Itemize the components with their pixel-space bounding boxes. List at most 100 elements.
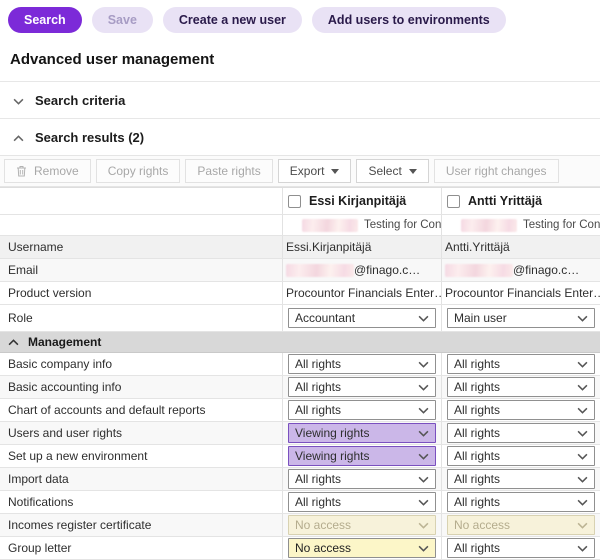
management-group-header[interactable]: Management <box>0 332 600 353</box>
chevron-up-icon <box>13 130 24 145</box>
export-button[interactable]: Export <box>277 159 352 183</box>
redacted-block <box>286 263 354 277</box>
rights-select[interactable]: All rights <box>447 469 595 489</box>
rights-select[interactable]: All rights <box>447 423 595 443</box>
rights-select[interactable]: No access <box>288 538 436 558</box>
search-results-label: Search results (2) <box>35 129 145 145</box>
selected-option: Viewing rights <box>295 449 370 463</box>
environment-cell: Testing for Conte… <box>282 215 441 235</box>
email-cell: @finago.c… <box>441 259 600 281</box>
value-cell: All rights <box>441 445 600 467</box>
button-label: User right changes <box>445 164 547 178</box>
table-row: Basic accounting info All rights All right… <box>0 376 600 399</box>
page-title: Advanced user management <box>10 51 215 68</box>
table-row: Import data All rights All rights <box>0 468 600 491</box>
chevron-up-icon <box>13 134 24 141</box>
rights-select[interactable]: Viewing rights <box>288 446 436 466</box>
add-users-to-environments-button[interactable]: Add users to environments <box>311 7 506 33</box>
search-results-section-header[interactable]: Search results (2) <box>0 118 600 155</box>
selected-option: All rights <box>454 403 501 417</box>
selected-option: Main user <box>454 311 507 325</box>
table-row: Username Essi.Kirjanpitäjä Antti.Yrittäjä <box>0 236 600 259</box>
button-label: Paste rights <box>197 164 261 178</box>
rights-select[interactable]: All rights <box>288 377 436 397</box>
row-label: Basic accounting info <box>8 380 122 394</box>
rights-select[interactable]: All rights <box>447 446 595 466</box>
role-select[interactable]: Accountant <box>288 308 436 328</box>
user-column-header: Essi Kirjanpitäjä <box>282 188 441 214</box>
search-criteria-section-header[interactable]: Search criteria <box>0 81 600 118</box>
row-label: Set up a new environment <box>8 449 148 463</box>
row-label: Product version <box>8 286 92 300</box>
selected-option: Accountant <box>295 311 356 325</box>
rights-select[interactable]: Viewing rights <box>288 423 436 443</box>
environment-row: Testing for Conte… Testing for Conte… <box>0 215 600 236</box>
value-cell: Main user <box>441 305 600 331</box>
role-select[interactable]: Main user <box>447 308 595 328</box>
selected-option: All rights <box>454 495 501 509</box>
rights-select[interactable]: All rights <box>447 538 595 558</box>
rights-select[interactable]: No access <box>288 515 436 535</box>
button-label: Export <box>289 164 325 178</box>
value-text: Antti.Yrittäjä <box>445 240 510 254</box>
selected-option: All rights <box>295 495 342 509</box>
paste-rights-button[interactable]: Paste rights <box>185 159 273 183</box>
rights-select[interactable]: All rights <box>288 400 436 420</box>
table-row: Group letter No access All rights <box>0 537 600 560</box>
chevron-down-icon <box>577 476 588 483</box>
copy-rights-button[interactable]: Copy rights <box>95 159 181 183</box>
chevron-down-icon <box>418 430 429 437</box>
selected-option: All rights <box>454 426 501 440</box>
rights-select[interactable]: All rights <box>447 377 595 397</box>
rights-select[interactable]: All rights <box>288 469 436 489</box>
rights-select[interactable]: All rights <box>288 354 436 374</box>
table-row: Chart of accounts and default reports All… <box>0 399 600 422</box>
value-cell: All rights <box>282 491 441 513</box>
chevron-down-icon <box>418 545 429 552</box>
user-checkbox[interactable] <box>447 194 460 208</box>
chevron-down-icon <box>577 430 588 437</box>
table-row: Basic company info All rights All rights <box>0 353 600 376</box>
row-label: Chart of accounts and default reports <box>8 403 206 417</box>
environment-cell: Testing for Conte… <box>441 215 600 235</box>
chevron-down-icon <box>577 522 588 529</box>
rights-select[interactable]: All rights <box>447 492 595 512</box>
user-checkbox[interactable] <box>288 194 301 208</box>
selected-option: All rights <box>295 357 342 371</box>
value-cell: All rights <box>282 376 441 398</box>
chevron-down-icon <box>418 453 429 460</box>
redacted-block <box>445 263 513 277</box>
value-text: Essi.Kirjanpitäjä <box>286 240 372 254</box>
corner-cell <box>0 188 282 214</box>
row-label: Import data <box>8 472 69 486</box>
selected-option: All rights <box>454 541 501 555</box>
chevron-down-icon <box>418 407 429 414</box>
select-button[interactable]: Select <box>356 159 429 183</box>
remove-button[interactable]: Remove <box>4 159 91 183</box>
chevron-down-icon <box>577 407 588 414</box>
rights-select[interactable]: All rights <box>447 400 595 420</box>
save-button[interactable]: Save <box>91 7 153 33</box>
value-cell: No access <box>282 537 441 559</box>
group-label: Management <box>28 335 102 349</box>
row-label: Basic company info <box>8 357 113 371</box>
results-table: Essi Kirjanpitäjä Antti Yrittäjä Testing f… <box>0 187 600 560</box>
search-criteria-label: Search criteria <box>35 92 126 108</box>
row-label: Incomes register certificate <box>8 518 152 532</box>
create-new-user-button[interactable]: Create a new user <box>162 7 302 33</box>
title-row: Advanced user management <box>0 41 600 81</box>
value-text: @finago.c… <box>354 263 421 277</box>
search-button[interactable]: Search <box>8 7 82 33</box>
user-name: Essi Kirjanpitäjä <box>309 194 407 208</box>
chevron-down-icon <box>577 384 588 391</box>
chevron-down-icon <box>577 499 588 506</box>
row-label: Group letter <box>8 541 72 555</box>
table-row: Role Accountant Main user <box>0 305 600 332</box>
rights-select[interactable]: No access <box>447 515 595 535</box>
table-row: Notifications All rights All rights <box>0 491 600 514</box>
user-right-changes-button[interactable]: User right changes <box>433 159 559 183</box>
trash-icon <box>17 166 26 177</box>
rights-select[interactable]: All rights <box>288 492 436 512</box>
username-cell: Essi.Kirjanpitäjä <box>282 236 441 258</box>
rights-select[interactable]: All rights <box>447 354 595 374</box>
